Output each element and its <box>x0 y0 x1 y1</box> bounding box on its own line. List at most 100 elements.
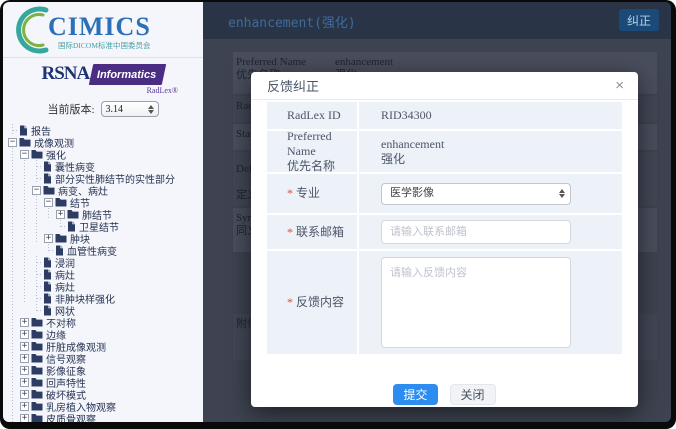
app-screen: CIMICS 国际DICOM标准中国委员会 RSNA Informatics R… <box>3 2 671 422</box>
feedback-modal: 反馈纠正 × RadLex ID RID34300 Pref <box>251 72 638 407</box>
tree-guide-line <box>7 268 19 280</box>
tree-item: 浸润 <box>7 256 203 268</box>
expand-icon[interactable]: + <box>20 366 29 375</box>
form-row-email: *联系邮箱 <box>267 215 622 249</box>
file-icon <box>43 281 52 292</box>
tree-guide-line <box>7 400 19 412</box>
tree-guide-line <box>31 232 43 244</box>
cimics-subtitle: 国际DICOM标准中国委员会 <box>58 40 151 50</box>
tree-guide-line <box>7 304 19 316</box>
specialty-label: *专业 <box>267 174 357 213</box>
info-row-preferred-name: Preferred Name 优先名称 enhancement 强化 <box>267 131 622 172</box>
tree-guide-line <box>31 208 43 220</box>
expand-icon[interactable]: + <box>20 414 29 423</box>
file-icon <box>43 293 52 304</box>
tree-guide-line <box>19 244 31 256</box>
expand-icon[interactable]: + <box>20 390 29 399</box>
expand-icon[interactable]: + <box>44 234 53 243</box>
cimics-logo-graphic: CIMICS 国际DICOM标准中国委员会 <box>14 4 192 56</box>
tree-guide-line <box>19 172 31 184</box>
tree-item: 卫星结节 <box>7 220 203 232</box>
radlex-id-value: RID34300 <box>359 102 622 129</box>
expand-icon[interactable]: + <box>20 318 29 327</box>
tree-guide-line <box>7 316 19 328</box>
tree-guide-line <box>7 172 19 184</box>
expand-icon[interactable]: + <box>20 342 29 351</box>
select-spinner-icon <box>148 105 154 114</box>
folder-open-icon <box>43 185 55 195</box>
info-row-radlex-id: RadLex ID RID34300 <box>267 102 622 129</box>
expand-icon[interactable]: + <box>20 378 29 387</box>
tree-guide-line <box>31 220 43 232</box>
tree-item: −成像观测 <box>7 136 203 148</box>
tree-guide-line <box>43 208 55 220</box>
main-content-dimmed: enhancement(强化) 纠正 Preferred Name优先名称enh… <box>203 2 671 422</box>
tree-item: 网状 <box>7 304 203 316</box>
tree-guide-line <box>19 280 31 292</box>
rsna-word: RSNA <box>41 63 89 85</box>
radlex-id-label: RadLex ID <box>267 102 357 129</box>
tree-item: 血管性病变 <box>7 244 203 256</box>
modal-title: 反馈纠正 <box>267 76 319 95</box>
preferred-name-value: enhancement 强化 <box>359 131 622 172</box>
tree-item: + 皮质骨观察 <box>7 412 203 422</box>
tree-elbow-line <box>55 220 67 232</box>
tree-guide-line <box>7 148 19 160</box>
expand-icon[interactable]: + <box>56 210 65 219</box>
expand-icon[interactable]: + <box>20 402 29 411</box>
submit-button[interactable]: 提交 <box>393 384 437 405</box>
tree-guide-line <box>19 184 31 196</box>
feedback-content-field[interactable] <box>381 257 571 348</box>
tree-guide-line <box>7 292 19 304</box>
tree-elbow-line <box>31 304 43 316</box>
tree-guide-line <box>7 340 19 352</box>
folder-icon <box>55 233 67 243</box>
expand-icon[interactable]: + <box>20 330 29 339</box>
tree-guide-line <box>19 268 31 280</box>
email-label: *联系邮箱 <box>267 215 357 249</box>
tree-elbow-line <box>31 268 43 280</box>
version-select[interactable]: 3.14 <box>101 101 159 117</box>
collapse-icon[interactable]: − <box>32 186 41 195</box>
modal-header: 反馈纠正 × <box>251 72 638 100</box>
close-icon[interactable]: × <box>615 78 624 93</box>
tree-guide-line <box>7 352 19 364</box>
tree-elbow-line <box>31 160 43 172</box>
tree-guide-line <box>19 160 31 172</box>
tree-item: +影像征象 <box>7 364 203 376</box>
folder-icon <box>31 341 43 351</box>
tree-guide-line <box>19 208 31 220</box>
window-frame: CIMICS 国际DICOM标准中国委员会 RSNA Informatics R… <box>0 0 676 429</box>
tree-guide-line <box>19 256 31 268</box>
radlex-label: RadLex® <box>28 86 178 95</box>
collapse-icon[interactable]: − <box>20 150 29 159</box>
folder-icon <box>31 329 43 339</box>
tree-guide-line <box>7 244 19 256</box>
tree-elbow-line <box>31 172 43 184</box>
tree-guide-line <box>19 232 31 244</box>
tree-guide-line <box>7 208 19 220</box>
folder-icon <box>31 401 43 411</box>
tree-guide-line <box>43 220 55 232</box>
version-label: 当前版本: <box>47 101 94 117</box>
modal-body: RadLex ID RID34300 Preferred Name 优先名称 e… <box>267 102 622 356</box>
folder-open-icon <box>31 149 43 159</box>
email-field[interactable] <box>381 220 571 244</box>
collapse-icon[interactable]: − <box>44 198 53 207</box>
tree-elbow-line <box>7 124 19 136</box>
close-button[interactable]: 关闭 <box>450 384 496 405</box>
folder-icon <box>31 377 43 387</box>
cimics-logo: CIMICS 国际DICOM标准中国委员会 <box>3 2 203 58</box>
tree-item: +回声特性 <box>7 376 203 388</box>
file-icon <box>43 173 52 184</box>
specialty-select[interactable]: 医学影像 <box>381 183 571 205</box>
folder-icon <box>31 317 43 327</box>
tree-elbow-line <box>31 292 43 304</box>
folder-icon <box>67 209 79 219</box>
tree-item: −病变、病灶 <box>7 184 203 196</box>
tree-item-label[interactable]: 皮质骨观察 <box>46 411 96 423</box>
tree-guide-line <box>7 412 19 422</box>
expand-icon[interactable]: + <box>20 354 29 363</box>
collapse-icon[interactable]: − <box>8 138 17 147</box>
terminology-tree: 报告−成像观测−强化囊性病变部分实性肺结节的实性部分−病变、病灶−结节+肺结节卫… <box>3 124 203 422</box>
